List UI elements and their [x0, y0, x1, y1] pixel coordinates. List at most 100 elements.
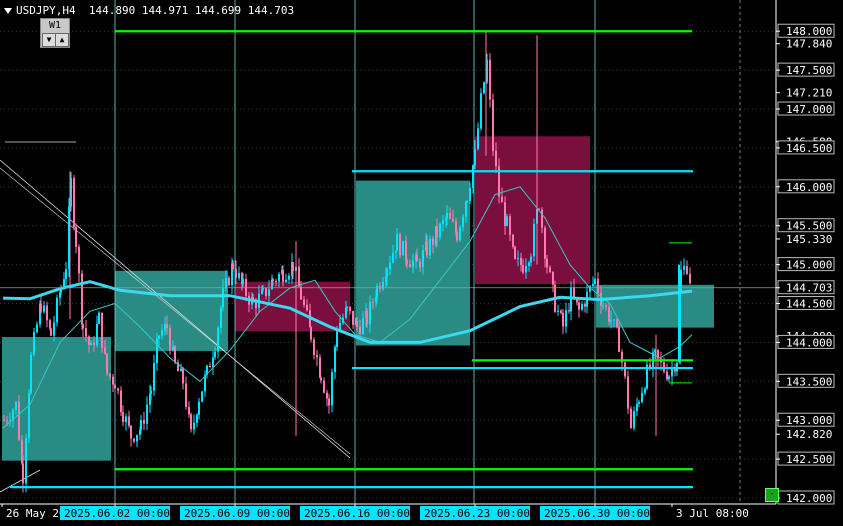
candle-body	[125, 416, 127, 422]
candle-body	[349, 306, 351, 311]
candle-body	[469, 187, 471, 201]
candle-body	[512, 234, 514, 247]
candle-body	[689, 273, 691, 284]
candle-body	[501, 196, 503, 203]
candle-body	[150, 390, 152, 394]
candle-body	[15, 401, 17, 411]
candle-body	[356, 320, 358, 327]
price-tick-label: 143.500	[786, 375, 832, 388]
candle-body	[106, 353, 108, 374]
time-tick-label: 2025.06.02 00:00	[64, 507, 170, 520]
candle-body	[180, 368, 182, 372]
candle-body	[686, 266, 688, 274]
candle-body	[323, 380, 325, 393]
candle-body	[320, 377, 322, 381]
candle-body	[36, 324, 38, 333]
candle-body	[449, 213, 451, 219]
candle-body	[372, 301, 374, 303]
candle-body	[217, 327, 219, 352]
timeframe-up-button[interactable]: ▲	[55, 33, 69, 47]
candle-body	[636, 403, 638, 412]
candle-body	[282, 270, 284, 283]
candle-body	[166, 323, 168, 328]
candle-body	[265, 288, 267, 297]
price-tick-label: 146.000	[786, 181, 832, 194]
candle-body	[75, 227, 77, 247]
price-tick-label: 142.820	[786, 428, 832, 441]
candle-body	[238, 272, 240, 279]
candle-body	[212, 357, 214, 368]
candle-body	[668, 376, 670, 380]
time-tick-label: 3 Jul 08:00	[676, 507, 749, 520]
candle-body	[466, 200, 468, 202]
candle-body	[193, 422, 195, 430]
candle-body	[278, 274, 280, 282]
candle-body	[90, 342, 92, 345]
candle-body	[161, 330, 163, 336]
time-tick-label: 2025.06.23 00:00	[424, 507, 530, 520]
time-tick-label: 26 May 20	[6, 507, 66, 520]
candle-body	[573, 287, 575, 299]
candle-body	[446, 213, 448, 219]
price-chart[interactable]: 148.000147.840 147.500 147.210 147.000 146.5…	[0, 0, 843, 526]
candle-body	[117, 388, 119, 391]
timeframe-label: W1	[48, 20, 62, 31]
candle-body	[112, 376, 114, 385]
candle-body	[272, 279, 274, 281]
candle-body	[452, 218, 454, 222]
candle-body	[214, 351, 216, 358]
candle-body	[568, 310, 570, 312]
candle-body	[399, 234, 401, 256]
candle-body	[369, 301, 371, 325]
candle-body	[196, 414, 198, 423]
corner-toggle-button[interactable]: -	[765, 488, 779, 502]
candle-body	[120, 390, 122, 413]
candle-body	[18, 401, 20, 440]
price-tick-label: 147.000	[786, 103, 832, 116]
candle-body	[201, 391, 203, 402]
candle-body	[459, 226, 461, 241]
candle-body	[439, 223, 441, 238]
candle-body	[419, 261, 421, 268]
candle-body	[359, 326, 361, 334]
candle-body	[303, 299, 305, 305]
candle-body	[104, 347, 106, 354]
candle-body	[242, 278, 244, 284]
triangle-down-icon[interactable]	[4, 8, 12, 14]
candle-body	[597, 278, 599, 293]
candle-body	[522, 265, 524, 273]
candle-body	[81, 273, 83, 325]
price-tick-label: 146.500	[786, 142, 832, 155]
candle-body	[641, 392, 643, 403]
candle-body	[362, 318, 364, 334]
candle-body	[93, 342, 95, 346]
candle-body	[581, 304, 583, 310]
candle-body	[331, 372, 333, 406]
candle-body	[386, 269, 388, 277]
candle-body	[56, 297, 58, 323]
candle-body	[65, 269, 67, 280]
candle-body	[477, 128, 479, 150]
candle-body	[392, 252, 394, 263]
candle-body	[610, 319, 612, 322]
price-tick-label: 144.703	[786, 282, 832, 295]
candle-body	[346, 306, 348, 308]
candle-body	[530, 256, 532, 263]
candle-body	[133, 438, 135, 442]
candle-body	[578, 302, 580, 310]
price-tick-label: 145.500	[786, 220, 832, 233]
candle-body	[22, 463, 24, 484]
candle-body	[30, 354, 32, 394]
timeframe-switcher[interactable]: W1 ▼ ▲	[40, 18, 70, 48]
candle-body	[146, 404, 148, 424]
candle-body	[185, 383, 187, 407]
candle-body	[409, 264, 411, 268]
candle-body	[528, 262, 530, 266]
candle-body	[549, 267, 551, 272]
price-tick-label: 147.210	[786, 87, 832, 100]
candle-body	[352, 310, 354, 325]
candle-body	[613, 319, 615, 321]
candle-body	[492, 99, 494, 151]
candle-body	[43, 305, 45, 312]
timeframe-down-button[interactable]: ▼	[42, 33, 56, 47]
